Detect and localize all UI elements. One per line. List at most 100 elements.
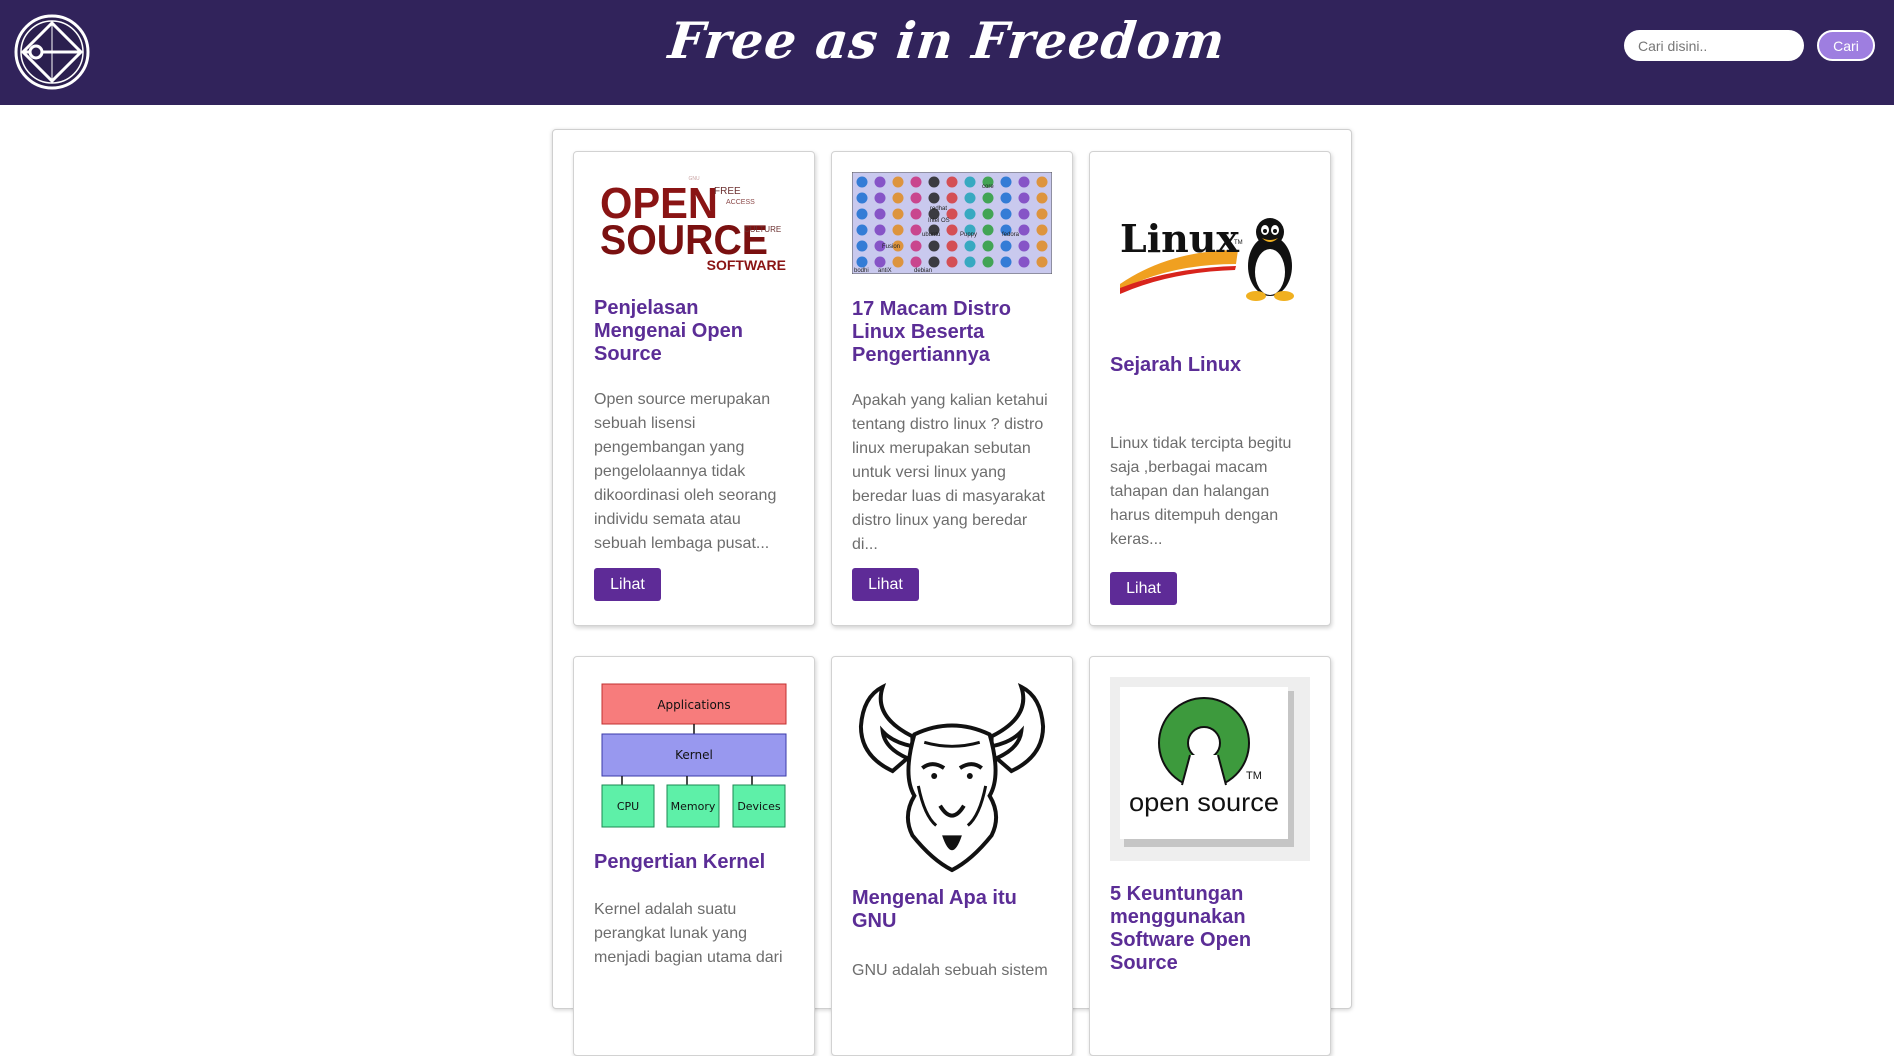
- article-title[interactable]: Pengertian Kernel: [594, 851, 794, 874]
- distro-logo: [874, 192, 886, 204]
- distro-logo: [1018, 240, 1030, 252]
- distro-logo: [964, 192, 976, 204]
- wordcloud-software: SOFTWARE: [707, 257, 786, 272]
- distro-logo: [910, 224, 922, 236]
- distro-logo: [946, 192, 958, 204]
- lihat-button[interactable]: Lihat: [1110, 572, 1177, 605]
- linux-trademark: TM: [1234, 240, 1243, 246]
- distro-label: Intel OS: [928, 218, 950, 224]
- distro-logo: [892, 192, 904, 204]
- article-card: GNU OPEN SOURCE SOFTWARE FREE ACCESS CUL…: [573, 151, 815, 626]
- distro-logo: [1000, 256, 1012, 268]
- distro-logo: [1036, 176, 1048, 188]
- distro-logo: [910, 256, 922, 268]
- article-excerpt: Kernel adalah suatu perangkat lunak yang…: [594, 901, 783, 966]
- distro-logo: [982, 240, 994, 252]
- diagram-cpu: CPU: [617, 800, 639, 813]
- article-title[interactable]: Penjelasan Mengenai Open Source: [594, 297, 794, 366]
- distro-logo: [1018, 256, 1030, 268]
- distro-label: bodhi: [854, 268, 869, 274]
- diagram-applications: Applications: [657, 698, 730, 712]
- distro-logo: [910, 208, 922, 220]
- distro-logo: [946, 176, 958, 188]
- distro-logo: [928, 176, 940, 188]
- distro-logo: [874, 224, 886, 236]
- distro-logo: [910, 176, 922, 188]
- distro-logo: [946, 256, 958, 268]
- distro-logo: [1000, 208, 1012, 220]
- distro-logo: [874, 256, 886, 268]
- distro-logo: [856, 256, 868, 268]
- distro-logo: [946, 240, 958, 252]
- wordcloud-culture: CULTURE: [744, 225, 781, 234]
- article-excerpt: GNU adalah sebuah sistem: [852, 962, 1048, 979]
- article-title[interactable]: 17 Macam Distro Linux Beserta Pengertian…: [852, 298, 1052, 367]
- distro-logo: [928, 192, 940, 204]
- open-source-software-image: GNU OPEN SOURCE SOFTWARE FREE ACCESS CUL…: [600, 176, 786, 272]
- distro-logo: [946, 224, 958, 236]
- article-excerpt: Linux tidak tercipta begitu saja ,berbag…: [1110, 435, 1292, 548]
- open-source-trademark: TM: [1246, 770, 1262, 782]
- distro-label: Fusion: [882, 244, 900, 250]
- distro-label: ubuntu: [922, 232, 940, 238]
- distro-logo: [892, 256, 904, 268]
- distro-logo: [982, 208, 994, 220]
- article-excerpt: Apakah yang kalian ketahui tentang distr…: [852, 392, 1048, 553]
- open-source-wordmark: open source: [1129, 787, 1279, 817]
- distro-logo: [964, 240, 976, 252]
- distro-logo: [1000, 176, 1012, 188]
- article-title[interactable]: 5 Keuntungan menggunakan Software Open S…: [1110, 883, 1310, 975]
- distro-logo: [982, 256, 994, 268]
- distro-logo: [1036, 192, 1048, 204]
- distro-logo: [1036, 224, 1048, 236]
- distro-logo: [1000, 240, 1012, 252]
- gnu-head-image: [858, 682, 1046, 873]
- article-card: Applications Kernel CPU Memory Devices P…: [573, 656, 815, 1056]
- distro-logo: [964, 256, 976, 268]
- distro-logo: [1000, 192, 1012, 204]
- distro-logo: [1036, 256, 1048, 268]
- article-title[interactable]: Mengenal Apa itu GNU: [852, 887, 1052, 933]
- article-title[interactable]: Sejarah Linux: [1110, 354, 1310, 377]
- distro-logo: [874, 176, 886, 188]
- diagram-kernel: Kernel: [675, 748, 713, 762]
- article-card: Mengenal Apa itu GNU GNU adalah sebuah s…: [831, 656, 1073, 1056]
- distro-logo: [856, 208, 868, 220]
- site-title: Free as in Freedom: [665, 11, 1229, 70]
- distro-logo: [964, 208, 976, 220]
- lihat-button[interactable]: Lihat: [852, 568, 919, 601]
- distro-label: debian: [914, 268, 932, 274]
- distro-logo: [928, 240, 940, 252]
- distro-label: redhat: [930, 206, 947, 212]
- distro-logo: [892, 176, 904, 188]
- distro-logo: [964, 176, 976, 188]
- lihat-button[interactable]: Lihat: [594, 568, 661, 601]
- linux-tux-image: Linux TM: [1120, 216, 1294, 301]
- distro-label: antiX: [878, 268, 892, 274]
- distro-logo: [892, 208, 904, 220]
- open-source-logo-image: open source TM: [1110, 677, 1310, 861]
- distro-logos-image: redhat core Intel OS ubuntu fedora Puppy…: [852, 172, 1052, 274]
- diagram-devices: Devices: [737, 800, 781, 813]
- distro-label: core: [982, 184, 994, 190]
- search-button[interactable]: Cari: [1817, 30, 1875, 61]
- distro-logo: [928, 256, 940, 268]
- distro-logo: [892, 224, 904, 236]
- distro-logo: [910, 192, 922, 204]
- article-card: open source TM 5 Keuntungan menggunakan …: [1089, 656, 1331, 1056]
- distro-logo: [856, 192, 868, 204]
- search-input[interactable]: [1624, 30, 1804, 61]
- distro-logo: [982, 192, 994, 204]
- article-card: redhat core Intel OS ubuntu fedora Puppy…: [831, 151, 1073, 626]
- distro-label: Puppy: [960, 232, 977, 238]
- distro-logo: [910, 240, 922, 252]
- distro-logo: [1018, 208, 1030, 220]
- distro-logo: [856, 176, 868, 188]
- article-excerpt: Open source merupakan sebuah lisensi pen…: [594, 391, 777, 552]
- distro-logo: [1036, 240, 1048, 252]
- wordcloud-free: FREE: [714, 186, 741, 197]
- distro-label: fedora: [1002, 232, 1020, 238]
- distro-logo: [1018, 192, 1030, 204]
- distro-logo: [1036, 208, 1048, 220]
- kernel-diagram-image: Applications Kernel CPU Memory Devices: [601, 683, 787, 828]
